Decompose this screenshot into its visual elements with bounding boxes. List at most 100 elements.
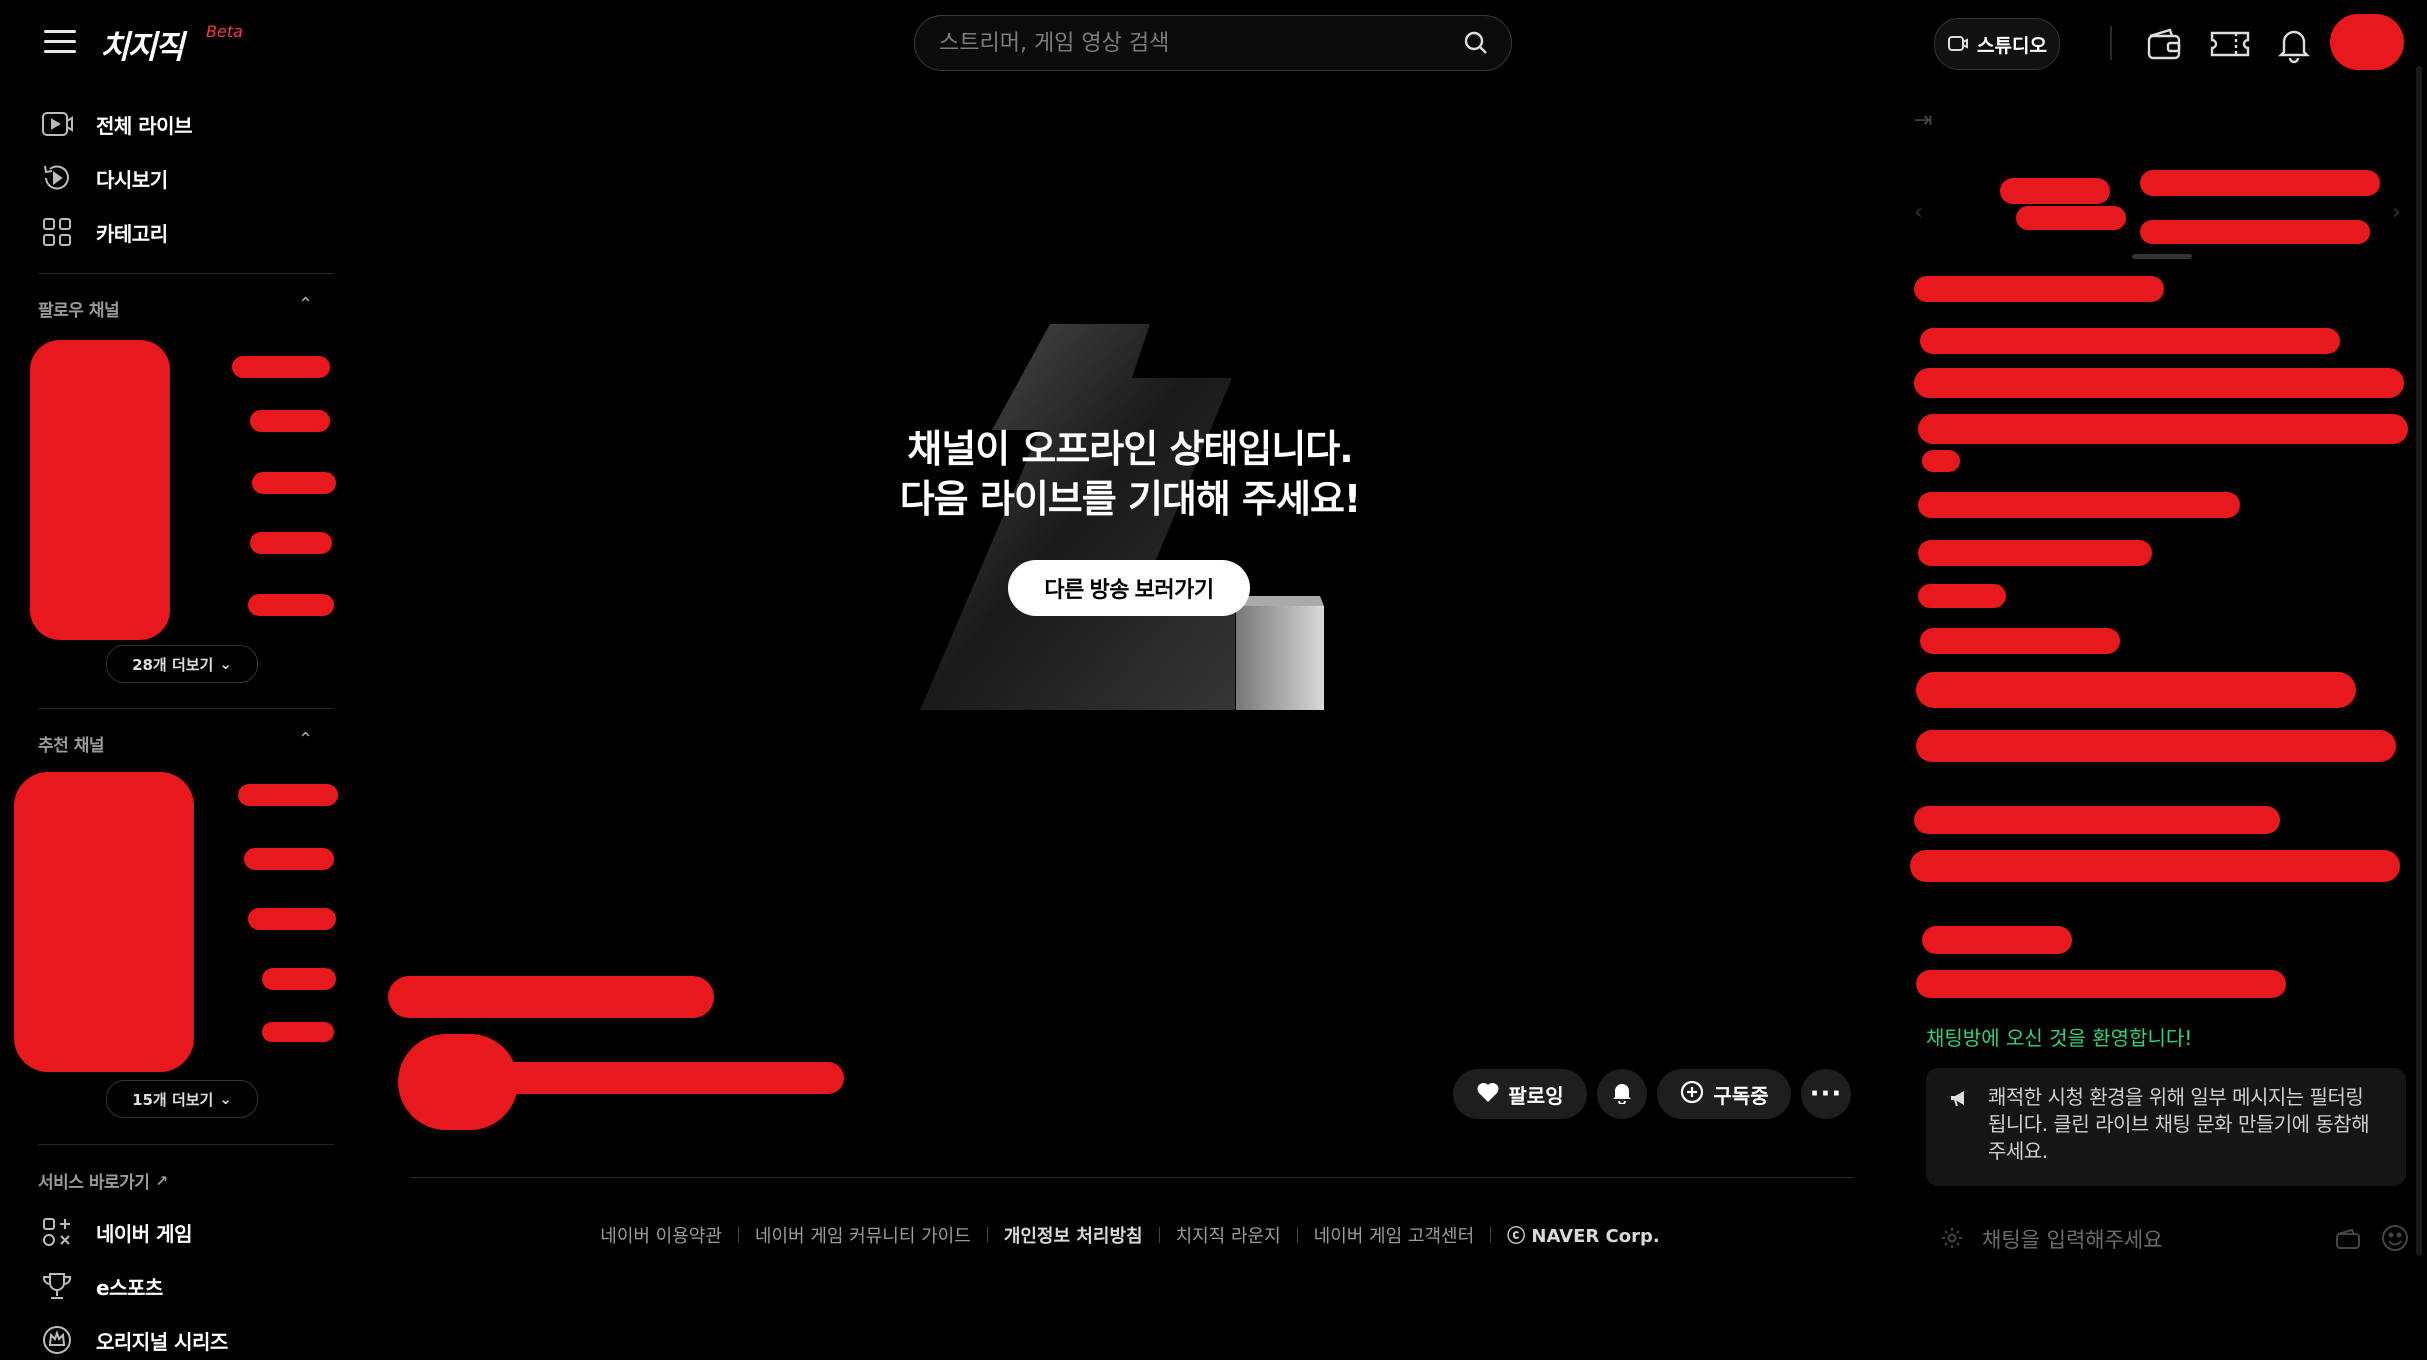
live-icon (40, 107, 74, 141)
redacted-block (1920, 328, 2340, 354)
trophy-icon (40, 1269, 74, 1303)
redacted-block (1916, 672, 2356, 708)
chevron-up-icon[interactable]: ⌃ (298, 729, 313, 750)
redacted-block (14, 772, 194, 1072)
bell-icon (1610, 1080, 1634, 1108)
redacted-block (1918, 540, 2152, 566)
watch-other-streams-button[interactable]: 다른 방송 보러가기 (1008, 560, 1250, 616)
chat-filter-notice: 쾌적한 시청 환경을 위해 일부 메시지는 필터링 됩니다. 클린 라이브 채팅… (1926, 1068, 2406, 1186)
chat-settings-icon[interactable] (1940, 1226, 1964, 1254)
ellipsis-icon: ··· (1809, 1079, 1843, 1109)
redacted-block (1922, 450, 1960, 472)
more-options-button[interactable]: ··· (1801, 1069, 1851, 1119)
chevron-up-icon[interactable]: ⌃ (298, 294, 313, 315)
notification-bell-button[interactable] (1597, 1069, 1647, 1119)
redacted-block (1922, 926, 2072, 954)
nav-item-label: 다시보기 (96, 167, 168, 192)
service-item-label: 네이버 게임 (96, 1221, 192, 1246)
chat-divider (2132, 254, 2192, 259)
nav-item-category[interactable]: 카테고리 (40, 212, 168, 252)
follow-section-title: 팔로우 채널 (38, 301, 120, 321)
recommend-more-button[interactable]: 15개 더보기 ⌄ (106, 1080, 258, 1118)
footer-separator (1158, 1227, 1160, 1243)
chat-scrollbar[interactable] (2416, 66, 2422, 1256)
following-button[interactable]: 팔로잉 (1453, 1069, 1587, 1119)
redacted-block (1910, 850, 2400, 882)
footer-link-lounge[interactable]: 치지직 라운지 (1176, 1222, 1281, 1248)
redacted-block (1918, 414, 2408, 444)
redacted-block (2016, 206, 2126, 230)
follow-more-label: 28개 더보기 (132, 655, 214, 674)
redacted-block (1914, 368, 2404, 398)
service-item-naver-game[interactable]: 네이버 게임 (40, 1212, 192, 1252)
search-input[interactable] (937, 29, 1463, 57)
footer-separator (737, 1227, 739, 1243)
emoji-icon[interactable] (2380, 1223, 2410, 1257)
redacted-block (1916, 970, 2286, 998)
chevron-down-icon: ⌄ (219, 655, 232, 673)
redacted-block (1918, 584, 2006, 608)
redacted-block (232, 356, 330, 378)
chat-welcome-message: 채팅방에 오신 것을 환영합니다! (1926, 1026, 2193, 1050)
divider (38, 273, 334, 274)
subscribed-button[interactable]: 구독중 (1657, 1069, 1791, 1119)
nav-item-replay[interactable]: 다시보기 (40, 158, 168, 198)
search-bar[interactable] (914, 15, 1512, 71)
redacted-block (250, 410, 330, 432)
redacted-block (252, 472, 336, 494)
game-icon (40, 1215, 74, 1249)
footer-copyright: ⓒ NAVER Corp. (1507, 1226, 1660, 1247)
chat-input-bar[interactable] (1940, 1220, 2410, 1260)
donation-icon[interactable] (2334, 1226, 2362, 1254)
offline-message: 채널이 오프라인 상태입니다. 다음 라이브를 기대해 주세요! (870, 424, 1390, 524)
redacted-block (470, 1062, 844, 1094)
following-label: 팔로잉 (1508, 1083, 1564, 1108)
redacted-block (248, 908, 336, 930)
redacted-block (250, 532, 332, 554)
nav-item-label: 전체 라이브 (96, 113, 192, 138)
footer: 네이버 이용약관 네이버 게임 커뮤니티 가이드 개인정보 처리방침 치지직 라… (410, 1222, 1850, 1248)
chat-filter-notice-text: 쾌적한 시청 환경을 위해 일부 메시지는 필터링 됩니다. 클린 라이브 채팅… (1988, 1085, 2370, 1163)
follow-more-button[interactable]: 28개 더보기 ⌄ (106, 645, 258, 683)
plus-circle-icon (1679, 1079, 1705, 1110)
redacted-block (1918, 492, 2240, 518)
recommend-more-label: 15개 더보기 (132, 1090, 214, 1109)
services-section-title: 서비스 바로가기 ↗ (38, 1168, 168, 1194)
chat-input[interactable] (1980, 1227, 2334, 1253)
category-icon (40, 215, 74, 249)
redacted-block (2140, 220, 2370, 244)
footer-link-support[interactable]: 네이버 게임 고객센터 (1314, 1222, 1474, 1248)
nav-item-all-live[interactable]: 전체 라이브 (40, 104, 192, 144)
footer-separator (986, 1227, 988, 1243)
chzzk-logo[interactable]: 치지직 (100, 22, 184, 68)
heart-icon (1476, 1081, 1500, 1108)
service-item-label: 오리지널 시리즈 (96, 1329, 228, 1354)
follow-channel-list (0, 320, 340, 640)
nav-item-label: 카테고리 (96, 221, 168, 246)
crown-icon (40, 1323, 74, 1357)
hamburger-menu-icon[interactable] (44, 30, 76, 56)
services-title-label: 서비스 바로가기 (38, 1173, 150, 1193)
service-item-original-series[interactable]: 오리지널 시리즈 (40, 1320, 228, 1360)
redacted-block (244, 848, 334, 870)
redacted-block (1920, 628, 2120, 654)
service-item-esports[interactable]: e스포츠 (40, 1266, 163, 1306)
service-item-label: e스포츠 (96, 1275, 163, 1300)
footer-link-privacy[interactable]: 개인정보 처리방침 (1004, 1222, 1143, 1248)
external-link-icon: ↗ (155, 1171, 168, 1190)
footer-link-terms[interactable]: 네이버 이용약관 (600, 1222, 722, 1248)
footer-link-community-guide[interactable]: 네이버 게임 커뮤니티 가이드 (755, 1222, 971, 1248)
redacted-block (1914, 806, 2280, 834)
megaphone-icon (1948, 1086, 1972, 1117)
redacted-block (2000, 178, 2110, 204)
footer-separator (1490, 1227, 1492, 1243)
subscribed-label: 구독중 (1713, 1083, 1769, 1108)
search-icon[interactable] (1463, 30, 1489, 56)
divider (38, 1144, 334, 1145)
divider (410, 1177, 1854, 1178)
footer-separator (1296, 1227, 1298, 1243)
collapse-chat-icon[interactable]: ⇥ (1914, 108, 1932, 133)
redacted-block (238, 784, 338, 806)
divider (38, 708, 334, 709)
redacted-block (248, 594, 334, 616)
